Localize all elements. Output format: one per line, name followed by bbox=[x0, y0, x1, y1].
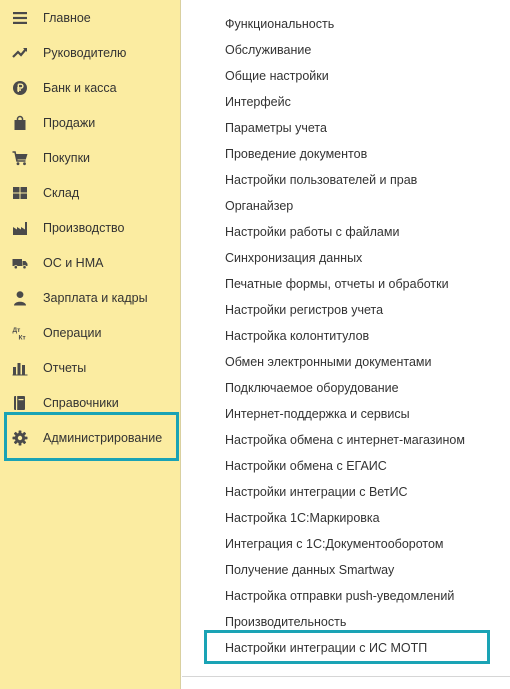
sidebar-item-salary[interactable]: Зарплата и кадры bbox=[0, 280, 181, 315]
menu-link-register-settings[interactable]: Настройки регистров учета bbox=[225, 302, 383, 318]
menu-link-file-settings[interactable]: Настройки работы с файлами bbox=[225, 224, 399, 240]
sidebar-item-purchases[interactable]: Покупки bbox=[0, 140, 181, 175]
factory-icon bbox=[11, 219, 29, 237]
sidebar-item-production[interactable]: Производство bbox=[0, 210, 181, 245]
sidebar-item-label: Производство bbox=[43, 220, 125, 235]
sidebar-item-label: Операции bbox=[43, 325, 102, 340]
menu-link-peripherals[interactable]: Подключаемое оборудование bbox=[225, 380, 399, 396]
menu-link-maintenance[interactable]: Обслуживание bbox=[225, 42, 311, 58]
menu-link-webshop-exchange[interactable]: Настройка обмена с интернет-магазином bbox=[225, 432, 465, 448]
menu-link-egais-exchange[interactable]: Настройки обмена с ЕГАИС bbox=[225, 458, 387, 474]
menu-link-vetis-integration[interactable]: Настройки интеграции с ВетИС bbox=[225, 484, 408, 500]
menu-link-document-posting[interactable]: Проведение документов bbox=[225, 146, 367, 162]
sidebar-item-bank[interactable]: Банк и касса bbox=[0, 70, 181, 105]
sidebar-item-label: Зарплата и кадры bbox=[43, 290, 148, 305]
sidebar-item-label: Покупки bbox=[43, 150, 91, 165]
book-icon bbox=[11, 394, 29, 412]
menu-link-internet-support[interactable]: Интернет-поддержка и сервисы bbox=[225, 406, 410, 422]
menu-link-organizer[interactable]: Органайзер bbox=[225, 198, 293, 214]
sidebar-item-manager[interactable]: Руководителю bbox=[0, 35, 181, 70]
sidebar-item-operations[interactable]: Дт Кт Операции bbox=[0, 315, 181, 350]
trend-up-icon bbox=[11, 44, 29, 62]
sidebar-item-label: Отчеты bbox=[43, 360, 87, 375]
gear-icon bbox=[11, 429, 29, 447]
menu-link-print-forms[interactable]: Печатные формы, отчеты и обработки bbox=[225, 276, 449, 292]
sidebar-item-label: Продажи bbox=[43, 115, 96, 130]
menu-link-users-and-rights[interactable]: Настройки пользователей и прав bbox=[225, 172, 417, 188]
sidebar-item-label: Склад bbox=[43, 185, 80, 200]
truck-icon bbox=[11, 254, 29, 272]
warehouse-grid-icon bbox=[11, 184, 29, 202]
administration-menu: Функциональность Обслуживание Общие наст… bbox=[182, 0, 510, 689]
menu-link-functionality[interactable]: Функциональность bbox=[225, 16, 334, 32]
ruble-coin-icon bbox=[11, 79, 29, 97]
menu-link-interface[interactable]: Интерфейс bbox=[225, 94, 291, 110]
menu-link-1c-marking[interactable]: Настройка 1С:Маркировка bbox=[225, 510, 380, 526]
menu-link-headers-footers[interactable]: Настройка колонтитулов bbox=[225, 328, 369, 344]
menu-link-performance[interactable]: Производительность bbox=[225, 614, 346, 630]
cart-icon bbox=[11, 149, 29, 167]
person-icon bbox=[11, 289, 29, 307]
sidebar: Главное Руководителю Банк и касса Продаж… bbox=[0, 0, 181, 689]
menu-link-accounting-parameters[interactable]: Параметры учета bbox=[225, 120, 327, 136]
sidebar-item-label: Банк и касса bbox=[43, 80, 117, 95]
sidebar-item-label: ОС и НМА bbox=[43, 255, 104, 270]
menu-link-general-settings[interactable]: Общие настройки bbox=[225, 68, 329, 84]
sidebar-item-label: Руководителю bbox=[43, 45, 127, 60]
menu-link-data-sync[interactable]: Синхронизация данных bbox=[225, 250, 362, 266]
sidebar-item-label: Справочники bbox=[43, 395, 119, 410]
sidebar-item-directories[interactable]: Справочники bbox=[0, 385, 181, 420]
menu-link-motp-integration[interactable]: Настройки интеграции с ИС МОТП bbox=[225, 640, 427, 656]
shopping-bag-icon bbox=[11, 114, 29, 132]
sidebar-item-label: Администрирование bbox=[43, 430, 163, 445]
menu-link-smartway[interactable]: Получение данных Smartway bbox=[225, 562, 394, 578]
menu-link-1c-docflow[interactable]: Интеграция с 1С:Документооборотом bbox=[225, 536, 444, 552]
menu-lines-icon bbox=[11, 9, 29, 27]
debit-credit-icon: Дт Кт bbox=[11, 324, 29, 342]
svg-text:Дт: Дт bbox=[13, 327, 21, 334]
svg-text:Кт: Кт bbox=[19, 334, 26, 341]
sidebar-item-main[interactable]: Главное bbox=[0, 0, 181, 35]
sidebar-item-administration[interactable]: Администрирование bbox=[0, 420, 181, 455]
sidebar-item-sales[interactable]: Продажи bbox=[0, 105, 181, 140]
menu-link-edi[interactable]: Обмен электронными документами bbox=[225, 354, 431, 370]
divider bbox=[182, 676, 510, 677]
sidebar-item-label: Главное bbox=[43, 10, 91, 25]
bar-chart-icon bbox=[11, 359, 29, 377]
sidebar-item-fixed-assets[interactable]: ОС и НМА bbox=[0, 245, 181, 280]
menu-link-push-notifications[interactable]: Настройка отправки push-уведомлений bbox=[225, 588, 454, 604]
sidebar-item-warehouse[interactable]: Склад bbox=[0, 175, 181, 210]
sidebar-item-reports[interactable]: Отчеты bbox=[0, 350, 181, 385]
